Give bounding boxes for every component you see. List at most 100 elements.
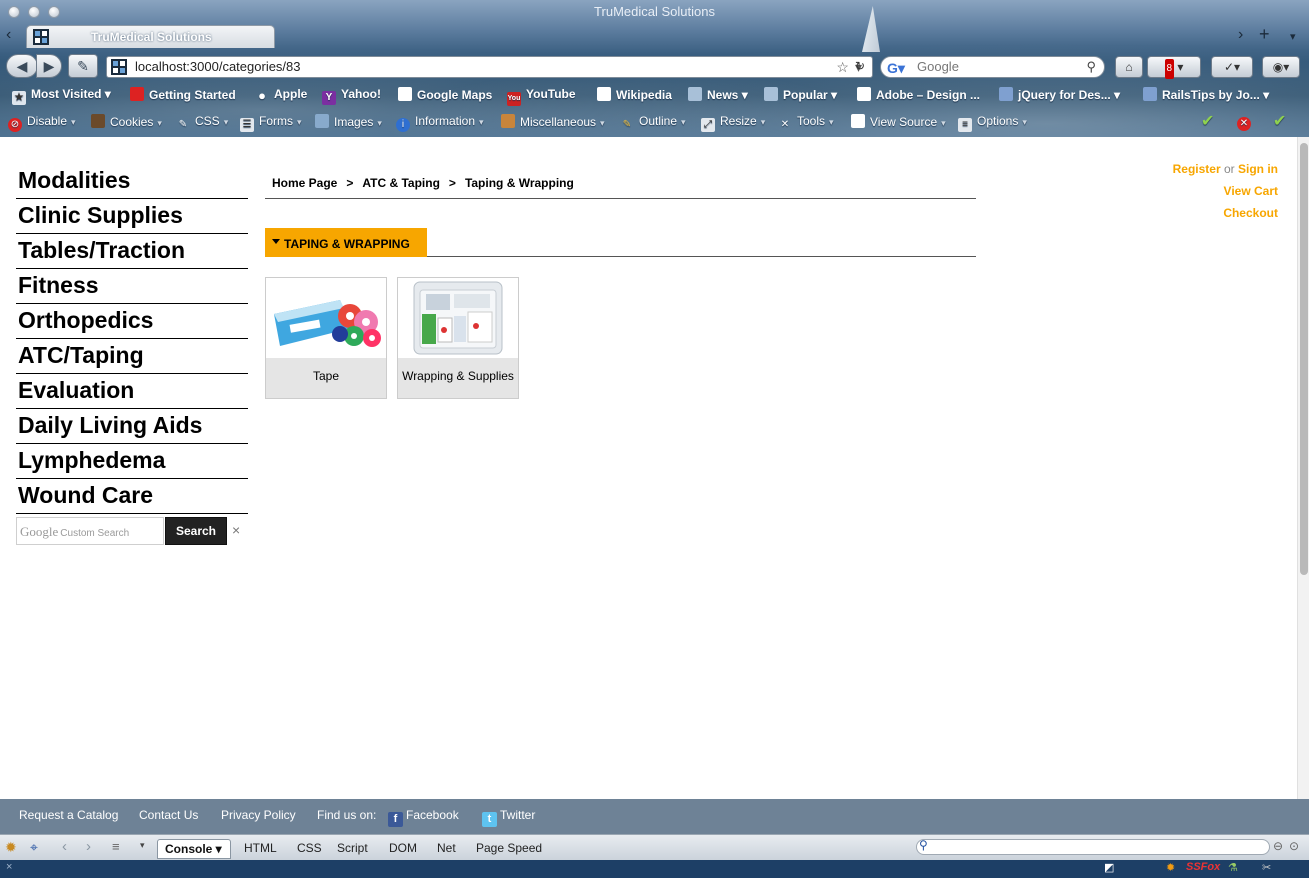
bookmarks-menu-icon[interactable]: ✎ (68, 54, 98, 78)
dev-resize-menu[interactable]: ⤢ Resize ▾ (701, 114, 765, 132)
product-card-tape[interactable]: Tape (265, 277, 387, 399)
product-card-wrapping-supplies[interactable]: Wrapping & Supplies (397, 277, 519, 399)
tab-css[interactable]: CSS (297, 841, 322, 855)
address-bar[interactable]: localhost:3000/categories/83 ☆▾ (106, 56, 873, 78)
flask-status-icon[interactable]: ⚗ (1228, 861, 1238, 874)
history-forward-icon[interactable]: › (86, 838, 91, 855)
addon-notification-button[interactable]: 8 ▾ (1147, 56, 1201, 79)
dev-outline-menu[interactable]: ✎ Outline ▾ (620, 114, 686, 132)
bookmark-railstips-feed[interactable]: RailsTips by Jo... ▾ (1143, 87, 1269, 102)
bookmark-jquery-feed[interactable]: jQuery for Des... ▾ (999, 87, 1120, 102)
google-engine-icon[interactable]: G▾ (887, 58, 905, 78)
page-scrollbar[interactable] (1297, 137, 1309, 799)
ssfox-status-icon[interactable]: SSFox (1186, 861, 1220, 873)
tab-dom[interactable]: DOM (389, 841, 417, 855)
category-link-clinic-supplies[interactable]: Clinic Supplies (16, 199, 248, 234)
category-link-wound-care[interactable]: Wound Care (16, 479, 248, 514)
firebug-search-input[interactable]: ⚲ (916, 838, 1270, 855)
dev-tools-menu[interactable]: ✕ Tools ▾ (778, 114, 834, 132)
clear-search-icon[interactable]: × (232, 522, 240, 538)
detach-panel-icon[interactable]: ⊙ (1289, 839, 1299, 853)
footer-link-privacy-policy[interactable]: Privacy Policy (221, 808, 296, 822)
category-link-orthopedics[interactable]: Orthopedics (16, 304, 248, 339)
dev-cookies-menu[interactable]: Cookies ▾ (91, 114, 162, 129)
view-cart-link[interactable]: View Cart (1173, 180, 1278, 202)
tab-script[interactable]: Script (337, 841, 368, 855)
dev-images-menu[interactable]: Images ▾ (315, 114, 382, 129)
bookmark-getting-started[interactable]: Getting Started (130, 87, 236, 102)
images-icon (315, 114, 329, 128)
bookmark-folder-popular[interactable]: Popular ▾ (764, 87, 837, 102)
category-link-modalities[interactable]: Modalities (16, 164, 248, 199)
js-error-icon[interactable]: ✕ (1237, 113, 1251, 131)
panel-list-icon[interactable]: ≡ (112, 839, 120, 854)
css-valid-check-icon[interactable]: ✔ (1201, 111, 1214, 131)
tab-scroll-right-icon[interactable]: › (1238, 26, 1243, 44)
bookmark-youtube[interactable]: You YouTube (507, 87, 576, 106)
page-icon (398, 87, 412, 101)
checkout-link[interactable]: Checkout (1173, 202, 1278, 224)
extension-menu-button[interactable]: ◉▾ (1262, 56, 1300, 78)
footer-link-request-catalog[interactable]: Request a Catalog (19, 808, 118, 822)
category-link-evaluation[interactable]: Evaluation (16, 374, 248, 409)
search-engine-box[interactable]: G▾ Google ⚲ (880, 56, 1105, 78)
title-bar: TruMedical Solutions (0, 0, 1309, 24)
custom-search-button[interactable]: Search (165, 517, 227, 545)
panel-menu-arrow-icon[interactable]: ▾ (140, 840, 145, 851)
dev-miscellaneous-menu[interactable]: Miscellaneous ▾ (501, 114, 605, 129)
sign-in-link[interactable]: Sign in (1238, 162, 1278, 176)
category-link-fitness[interactable]: Fitness (16, 269, 248, 304)
footer-link-twitter[interactable]: t Twitter (482, 808, 535, 827)
back-button[interactable]: ◀ (6, 54, 38, 78)
firebug-bug-icon[interactable]: ✹ (5, 839, 17, 856)
scrollbar-thumb[interactable] (1300, 143, 1308, 575)
tab-console[interactable]: Console ▾ (157, 839, 231, 859)
tools-dropdown-button[interactable]: ✓▾ (1211, 56, 1253, 78)
breadcrumb-atc-taping[interactable]: ATC & Taping (362, 176, 440, 190)
close-status-icon[interactable]: × (6, 861, 12, 873)
bookmark-wikipedia[interactable]: Wikipedia (597, 87, 672, 102)
footer-link-contact-us[interactable]: Contact Us (139, 808, 198, 822)
breadcrumb-home[interactable]: Home Page (272, 176, 337, 190)
dev-css-menu[interactable]: ✎ CSS ▾ (176, 114, 228, 132)
product-name: Tape (266, 358, 386, 398)
category-link-daily-living-aids[interactable]: Daily Living Aids (16, 409, 248, 444)
dev-disable-menu[interactable]: ⊘ Disable ▾ (8, 114, 76, 132)
browser-tab[interactable]: TruMedical Solutions (26, 25, 275, 48)
bookmark-yahoo[interactable]: Y Yahoo! (322, 87, 381, 105)
tab-page-speed[interactable]: Page Speed (476, 841, 542, 855)
tab-net[interactable]: Net (437, 841, 456, 855)
tools-icon: ✕ (780, 119, 790, 130)
dev-options-menu[interactable]: ≡ Options ▾ (958, 114, 1027, 132)
footer-link-facebook[interactable]: f Facebook (388, 808, 459, 827)
tab-html[interactable]: HTML (244, 841, 277, 855)
category-link-tables-traction[interactable]: Tables/Traction (16, 234, 248, 269)
bookmark-apple[interactable]: ● Apple (255, 87, 307, 103)
bookmark-most-visited[interactable]: ★ Most Visited ▾ (12, 87, 111, 105)
firebug-status-icon[interactable]: ✹ (1166, 861, 1175, 874)
register-link[interactable]: Register (1173, 162, 1221, 176)
new-tab-icon[interactable]: + (1259, 24, 1270, 45)
tab-list-icon[interactable]: ▾ (1290, 30, 1296, 43)
forward-button[interactable]: ▶ (36, 54, 62, 78)
tab-label: TruMedical Solutions (91, 30, 212, 44)
bookmark-google-maps[interactable]: Google Maps (398, 87, 492, 102)
search-icon[interactable]: ⚲ (1086, 57, 1096, 77)
scissors-status-icon[interactable]: ✂ (1262, 861, 1271, 874)
bookmark-folder-news[interactable]: News ▾ (688, 87, 748, 102)
status-addon-icon[interactable]: ◩ (1104, 861, 1114, 874)
inspect-element-icon[interactable]: ⌖ (30, 839, 38, 856)
category-link-lymphedema[interactable]: Lymphedema (16, 444, 248, 479)
dev-information-menu[interactable]: i Information ▾ (396, 114, 484, 132)
category-link-atc-taping[interactable]: ATC/Taping (16, 339, 248, 374)
bookmark-adobe[interactable]: Adobe – Design ... (857, 87, 980, 102)
minimize-panel-icon[interactable]: ⊖ (1273, 839, 1283, 853)
home-icon[interactable]: ⌂ (1115, 56, 1143, 78)
dev-forms-menu[interactable]: ☰ Forms ▾ (240, 114, 302, 132)
html-valid-check-icon[interactable]: ✔ (1273, 111, 1286, 131)
tab-scroll-left-icon[interactable]: ‹ (6, 26, 11, 44)
dev-view-source-menu[interactable]: View Source ▾ (851, 114, 946, 129)
custom-search-input[interactable]: Google Custom Search (16, 517, 164, 545)
history-back-icon[interactable]: ‹ (62, 838, 67, 855)
reload-icon[interactable]: ↻ (850, 56, 870, 78)
